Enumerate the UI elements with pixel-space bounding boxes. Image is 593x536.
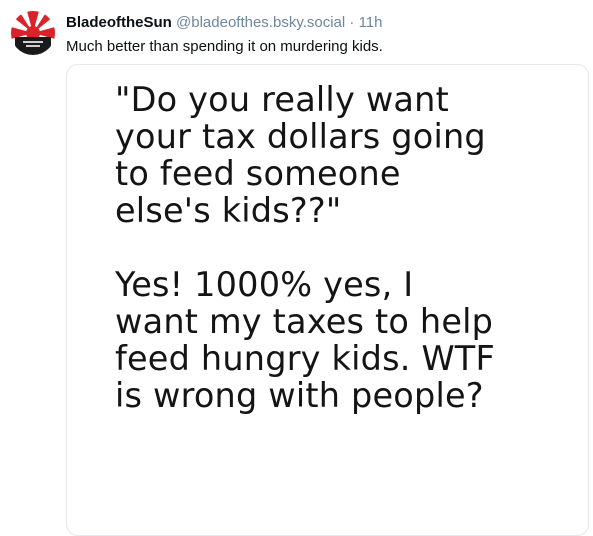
- reply-line: is wrong with people?: [115, 376, 484, 415]
- quote-line: your tax dollars going: [115, 117, 486, 156]
- quote-line: to feed someone: [115, 154, 401, 193]
- post-text: Much better than spending it on murderin…: [66, 38, 383, 55]
- author-handle[interactable]: @bladeofthes.bsky.social: [176, 14, 345, 31]
- reply-line: Yes! 1000% yes, I: [115, 265, 414, 304]
- rising-sun-logo-icon: [11, 11, 55, 55]
- quote-line: "Do you really want: [115, 80, 449, 119]
- feed-post: BladeoftheSun @bladeofthes.bsky.social ·…: [0, 0, 593, 536]
- post-header: BladeoftheSun @bladeofthes.bsky.social ·…: [66, 14, 383, 32]
- quote-line: else's kids??": [115, 191, 342, 230]
- header-separator: ·: [349, 14, 355, 31]
- author-name[interactable]: BladeoftheSun: [66, 14, 172, 31]
- post-timestamp[interactable]: 11h: [359, 14, 383, 31]
- avatar[interactable]: [11, 11, 55, 55]
- meme-text: "Do you really want your tax dollars goi…: [115, 81, 585, 414]
- reply-line: feed hungry kids. WTF: [115, 339, 495, 378]
- reply-line: want my taxes to help: [115, 302, 494, 341]
- post-image[interactable]: "Do you really want your tax dollars goi…: [66, 64, 589, 536]
